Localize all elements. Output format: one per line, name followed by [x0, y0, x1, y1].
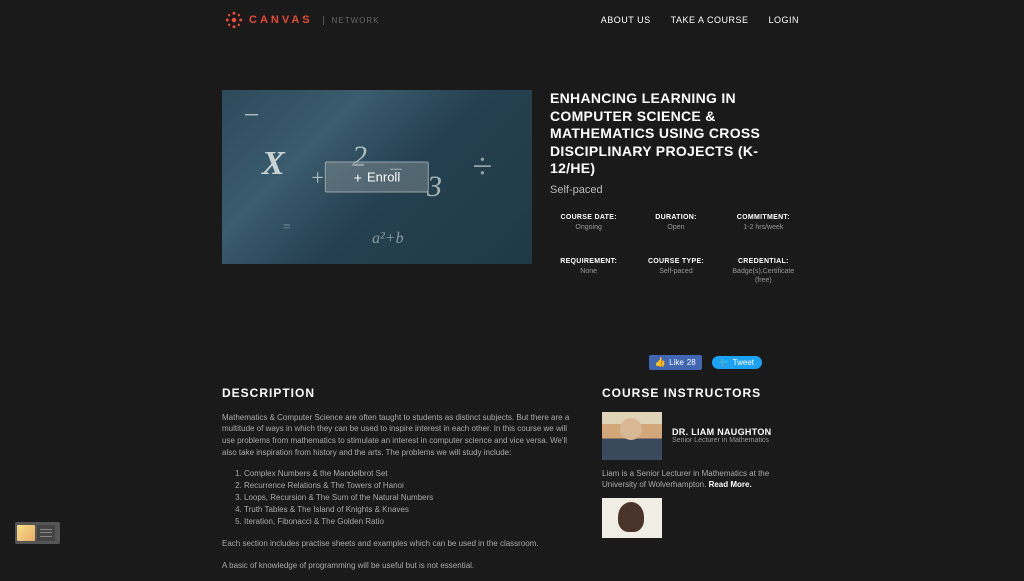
course-meta-grid: COURSE DATE: Ongoing DURATION: Open COMM… — [550, 214, 802, 285]
course-title: ENHANCING LEARNING IN COMPUTER SCIENCE &… — [550, 90, 802, 178]
social-share-row: 👍 Like 28 🐦 Tweet — [222, 355, 802, 370]
chalk-decor: − — [242, 100, 261, 132]
topic-item: Recurrence Relations & The Towers of Han… — [244, 480, 572, 492]
instructors-heading: COURSE INSTRUCTORS — [602, 386, 802, 400]
canvas-logo-icon — [225, 11, 243, 29]
instructors-section: COURSE INSTRUCTORS DR. LIAM NAUGHTON Sen… — [602, 386, 802, 581]
instructor-bio: Liam is a Senior Lecturer in Mathematics… — [602, 468, 802, 490]
meta-label: COMMITMENT: — [725, 214, 802, 221]
brand-name: CANVAS — [249, 14, 313, 26]
meta-duration: DURATION: Open — [637, 214, 714, 232]
description-after1: Each section includes practise sheets an… — [222, 538, 572, 550]
meta-value: None — [550, 267, 627, 276]
nav-login[interactable]: LOGIN — [768, 15, 799, 25]
chalk-decor: ÷ — [472, 145, 492, 187]
fb-like-count: 28 — [687, 358, 696, 367]
chalk-decor: a²+b — [372, 230, 404, 248]
widget-list-icon — [37, 525, 55, 541]
meta-value: Self-paced — [637, 267, 714, 276]
instructor-name: DR. LIAM NAUGHTON — [672, 427, 771, 437]
site-header: CANVAS NETWORK ABOUT US TAKE A COURSE LO… — [0, 0, 1024, 40]
top-nav: ABOUT US TAKE A COURSE LOGIN — [601, 15, 799, 25]
tweet-button[interactable]: 🐦 Tweet — [712, 356, 762, 369]
instructor-avatar — [602, 498, 662, 538]
thumb-up-icon: 👍 — [655, 357, 666, 368]
meta-value: 1-2 hrs/week — [725, 223, 802, 232]
nav-take-course[interactable]: TAKE A COURSE — [671, 15, 749, 25]
topic-item: Loops, Recursion & The Sum of the Natura… — [244, 492, 572, 504]
chalk-decor: = — [282, 220, 291, 236]
description-section: DESCRIPTION Mathematics & Computer Scien… — [222, 386, 572, 581]
meta-course-type: COURSE TYPE: Self-paced — [637, 258, 714, 285]
topic-item: Iteration, Fibonacci & The Golden Ratio — [244, 516, 572, 528]
meta-requirement: REQUIREMENT: None — [550, 258, 627, 285]
brand-sub: NETWORK — [323, 16, 380, 25]
chalk-decor: + — [310, 165, 325, 191]
meta-course-date: COURSE DATE: Ongoing — [550, 214, 627, 232]
hero-section: − X + 2 − 3 ÷ a²+b = + Enroll ENHANCING … — [222, 90, 802, 285]
fb-like-label: Like — [669, 358, 684, 367]
meta-credential: CREDENTIAL: Badge(s),Certificate (free) — [725, 258, 802, 285]
description-after2: A basic of knowledge of programming will… — [222, 560, 572, 572]
meta-value: Ongoing — [550, 223, 627, 232]
meta-label: COURSE DATE: — [550, 214, 627, 221]
read-more-link[interactable]: Read More. — [709, 480, 752, 489]
brand-logo[interactable]: CANVAS NETWORK — [225, 11, 380, 29]
meta-label: CREDENTIAL: — [725, 258, 802, 265]
instructor-card: DR. LIAM NAUGHTON Senior Lecturer in Mat… — [602, 412, 802, 460]
meta-label: COURSE TYPE: — [637, 258, 714, 265]
facebook-like-button[interactable]: 👍 Like 28 — [649, 355, 702, 370]
topic-item: Complex Numbers & the Mandelbrot Set — [244, 468, 572, 480]
chalk-decor: X — [262, 145, 285, 183]
course-banner-image: − X + 2 − 3 ÷ a²+b = + Enroll — [222, 90, 532, 264]
chalk-decor: 3 — [427, 170, 442, 204]
description-intro: Mathematics & Computer Science are often… — [222, 412, 572, 458]
twitter-bird-icon: 🐦 — [720, 358, 730, 367]
topic-list: Complex Numbers & the Mandelbrot Set Rec… — [222, 468, 572, 528]
enroll-label: Enroll — [367, 170, 400, 185]
instructor-avatar — [602, 412, 662, 460]
tweet-label: Tweet — [733, 358, 754, 367]
meta-label: DURATION: — [637, 214, 714, 221]
enroll-button[interactable]: + Enroll — [325, 162, 429, 193]
bottom-left-widget[interactable] — [15, 522, 60, 544]
plus-icon: + — [354, 170, 362, 184]
meta-value: Open — [637, 223, 714, 232]
meta-value: Badge(s),Certificate (free) — [725, 267, 802, 285]
course-pace: Self-paced — [550, 184, 802, 196]
description-heading: DESCRIPTION — [222, 386, 572, 400]
meta-commitment: COMMITMENT: 1-2 hrs/week — [725, 214, 802, 232]
meta-label: REQUIREMENT: — [550, 258, 627, 265]
widget-tile-icon — [17, 525, 35, 541]
instructor-card — [602, 498, 802, 538]
instructor-role: Senior Lecturer in Mathematics — [672, 437, 771, 444]
nav-about[interactable]: ABOUT US — [601, 15, 651, 25]
topic-item: Truth Tables & The Island of Knights & K… — [244, 504, 572, 516]
